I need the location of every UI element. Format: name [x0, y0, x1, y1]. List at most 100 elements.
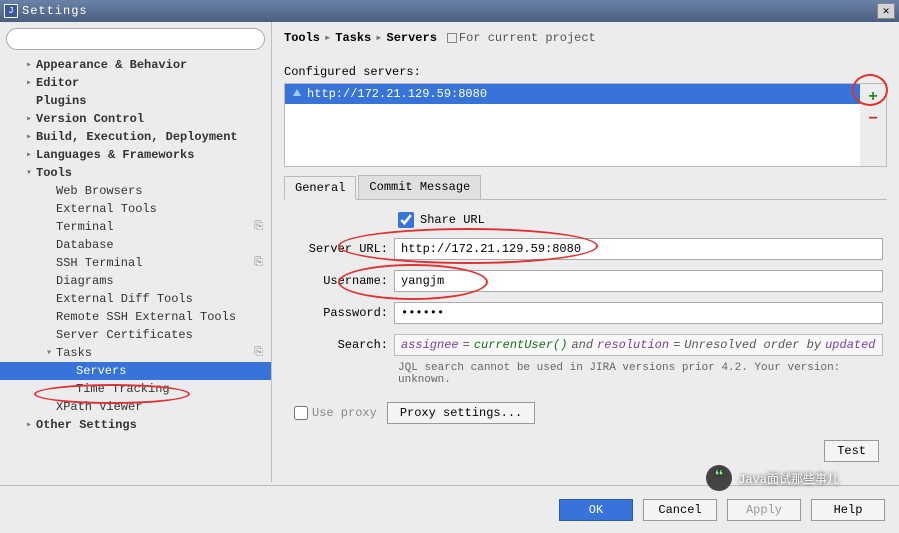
title-bar: J Settings ✕	[0, 0, 899, 22]
tree-item-tasks[interactable]: ▾Tasks ⎘	[0, 344, 271, 362]
tree-arrow-icon: ▾	[26, 167, 36, 179]
settings-tree: ▸Appearance & Behavior▸EditorPlugins▸Ver…	[0, 56, 271, 482]
tree-item-external-diff-tools[interactable]: External Diff Tools	[0, 290, 271, 308]
dialog-buttons: OK Cancel Apply Help	[0, 485, 899, 533]
jql-hint: JQL search cannot be used in JIRA versio…	[288, 362, 883, 386]
tree-item-version-control[interactable]: ▸Version Control	[0, 110, 271, 128]
sidebar: ▸Appearance & Behavior▸EditorPlugins▸Ver…	[0, 22, 272, 482]
project-scope-icon: ⎘	[254, 347, 263, 359]
ok-button[interactable]: OK	[559, 499, 633, 521]
tree-item-other-settings[interactable]: ▸Other Settings	[0, 416, 271, 434]
breadcrumb-tools[interactable]: Tools	[284, 31, 320, 45]
tree-item-database[interactable]: Database	[0, 236, 271, 254]
use-proxy-wrap[interactable]: Use proxy	[294, 406, 377, 420]
tree-label: Time Tracking	[76, 382, 170, 396]
server-side-buttons: + −	[860, 84, 886, 166]
search-input[interactable]	[6, 28, 265, 50]
server-url-field[interactable]	[394, 238, 883, 260]
add-server-button[interactable]: +	[864, 88, 882, 106]
breadcrumb: Tools ▸ Tasks ▸ Servers For current proj…	[284, 30, 887, 45]
password-label: Password:	[288, 306, 388, 320]
server-list[interactable]: http://172.21.129.59:8080	[285, 84, 860, 166]
tree-item-plugins[interactable]: Plugins	[0, 92, 271, 110]
tree-arrow-icon: ▸	[26, 131, 36, 143]
chevron-right-icon: ▸	[324, 30, 331, 45]
server-form: Share URL Server URL: Username: Password…	[284, 200, 887, 474]
window-title: Settings	[22, 4, 877, 18]
project-scope-icon: ⎘	[254, 257, 263, 269]
password-field[interactable]	[394, 302, 883, 324]
server-url-text: http://172.21.129.59:8080	[307, 87, 487, 101]
tree-item-editor[interactable]: ▸Editor	[0, 74, 271, 92]
tree-item-diagrams[interactable]: Diagrams	[0, 272, 271, 290]
test-button[interactable]: Test	[824, 440, 879, 462]
tree-item-time-tracking[interactable]: Time Tracking	[0, 380, 271, 398]
help-button[interactable]: Help	[811, 499, 885, 521]
tree-label: Version Control	[36, 112, 144, 126]
tree-item-server-certificates[interactable]: Server Certificates	[0, 326, 271, 344]
tree-label: Database	[56, 238, 114, 252]
tree-label: Servers	[76, 364, 126, 378]
tree-label: Appearance & Behavior	[36, 58, 187, 72]
tree-arrow-icon: ▸	[26, 77, 36, 89]
tree-arrow-icon: ▸	[26, 149, 36, 161]
tab-general[interactable]: General	[284, 176, 356, 200]
breadcrumb-servers: Servers	[387, 31, 437, 45]
tree-item-build-execution-deployment[interactable]: ▸Build, Execution, Deployment	[0, 128, 271, 146]
share-url-checkbox[interactable]	[398, 212, 414, 228]
username-label: Username:	[288, 274, 388, 288]
close-icon[interactable]: ✕	[877, 3, 895, 19]
remove-server-button[interactable]: −	[864, 110, 882, 128]
tree-label: Tasks	[56, 346, 92, 360]
proxy-settings-button[interactable]: Proxy settings...	[387, 402, 535, 424]
tree-item-remote-ssh-external-tools[interactable]: Remote SSH External Tools	[0, 308, 271, 326]
tree-arrow-icon: ▸	[26, 419, 36, 431]
tree-item-languages-frameworks[interactable]: ▸Languages & Frameworks	[0, 146, 271, 164]
app-icon: J	[4, 4, 18, 18]
tree-label: Languages & Frameworks	[36, 148, 194, 162]
tree-label: Server Certificates	[56, 328, 193, 342]
server-item[interactable]: http://172.21.129.59:8080	[285, 84, 860, 104]
tab-commit-message[interactable]: Commit Message	[358, 175, 481, 199]
tree-label: Other Settings	[36, 418, 137, 432]
share-url-label: Share URL	[420, 213, 485, 227]
cancel-button[interactable]: Cancel	[643, 499, 717, 521]
tree-label: XPath Viewer	[56, 400, 142, 414]
tree-arrow-icon: ▸	[26, 113, 36, 125]
tree-arrow-icon: ▾	[46, 347, 56, 359]
tree-label: SSH Terminal	[56, 256, 142, 270]
tree-label: Tools	[36, 166, 72, 180]
tree-item-appearance-behavior[interactable]: ▸Appearance & Behavior	[0, 56, 271, 74]
tree-label: Build, Execution, Deployment	[36, 130, 238, 144]
project-scope-icon: ⎘	[254, 221, 263, 233]
username-field[interactable]	[394, 270, 883, 292]
search-label: Search:	[288, 338, 388, 352]
tree-label: Web Browsers	[56, 184, 142, 198]
tree-label: External Diff Tools	[56, 292, 193, 306]
tabs: General Commit Message	[284, 175, 887, 200]
tree-label: Terminal	[56, 220, 114, 234]
tree-label: Remote SSH External Tools	[56, 310, 236, 324]
server-url-label: Server URL:	[288, 242, 388, 256]
tree-item-external-tools[interactable]: External Tools	[0, 200, 271, 218]
tree-item-xpath-viewer[interactable]: XPath Viewer	[0, 398, 271, 416]
tree-item-terminal[interactable]: Terminal ⎘	[0, 218, 271, 236]
for-current-project: For current project	[447, 31, 596, 45]
tree-item-tools[interactable]: ▾Tools	[0, 164, 271, 182]
tree-arrow-icon: ▸	[26, 59, 36, 71]
project-scope-icon	[447, 33, 457, 43]
jira-icon	[291, 88, 303, 100]
use-proxy-checkbox[interactable]	[294, 406, 308, 420]
chevron-right-icon: ▸	[375, 30, 382, 45]
tree-item-servers[interactable]: Servers	[0, 362, 271, 380]
tree-item-web-browsers[interactable]: Web Browsers	[0, 182, 271, 200]
breadcrumb-tasks[interactable]: Tasks	[335, 31, 371, 45]
jql-search-expr[interactable]: assignee = currentUser() and resolution …	[394, 334, 883, 356]
tree-item-ssh-terminal[interactable]: SSH Terminal ⎘	[0, 254, 271, 272]
apply-button[interactable]: Apply	[727, 499, 801, 521]
tree-label: External Tools	[56, 202, 157, 216]
configured-servers-label: Configured servers:	[284, 65, 887, 79]
content-panel: Tools ▸ Tasks ▸ Servers For current proj…	[272, 22, 899, 482]
tree-label: Diagrams	[56, 274, 114, 288]
tree-label: Editor	[36, 76, 79, 90]
